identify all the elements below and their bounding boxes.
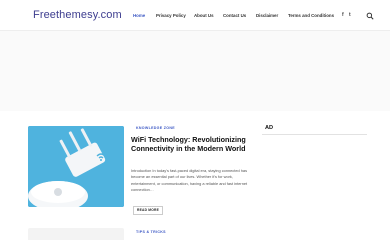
post-card: KNOWLEDGE ZONE WiFi Technology: Revoluti…	[28, 126, 248, 216]
nav-item-disclaimer[interactable]: Disclaimer	[256, 13, 278, 18]
read-more-button[interactable]: READ MORE	[133, 206, 163, 215]
nav-item-privacy-policy[interactable]: Privacy Policy	[156, 13, 186, 18]
nav-item-contact-us[interactable]: Contact Us	[223, 13, 246, 18]
sidebar-ad-heading: AD	[265, 125, 274, 131]
facebook-icon[interactable]: f	[342, 12, 344, 18]
post-excerpt: Introduction In today's fast-paced digit…	[131, 168, 248, 193]
post-title[interactable]: WiFi Technology: Revolutionizing Connect…	[131, 135, 249, 154]
site-header: Freethemesy.com Home Privacy Policy Abou…	[0, 0, 390, 31]
sidebar-divider	[262, 134, 367, 135]
nav-item-home[interactable]: Home	[133, 13, 145, 18]
ad-banner-area	[0, 31, 390, 111]
twitter-icon[interactable]: t	[349, 12, 351, 18]
search-icon[interactable]	[366, 12, 374, 20]
site-logo[interactable]: Freethemesy.com	[33, 9, 122, 21]
post-category[interactable]: TIPS & TRICKS	[136, 230, 166, 234]
post-category[interactable]: KNOWLEDGE ZONE	[136, 126, 175, 130]
nav-item-about-us[interactable]: About Us	[194, 13, 214, 18]
post-thumbnail[interactable]	[28, 126, 124, 207]
nav-item-terms[interactable]: Terms and Conditions	[288, 13, 334, 18]
post-thumbnail[interactable]	[28, 228, 124, 240]
